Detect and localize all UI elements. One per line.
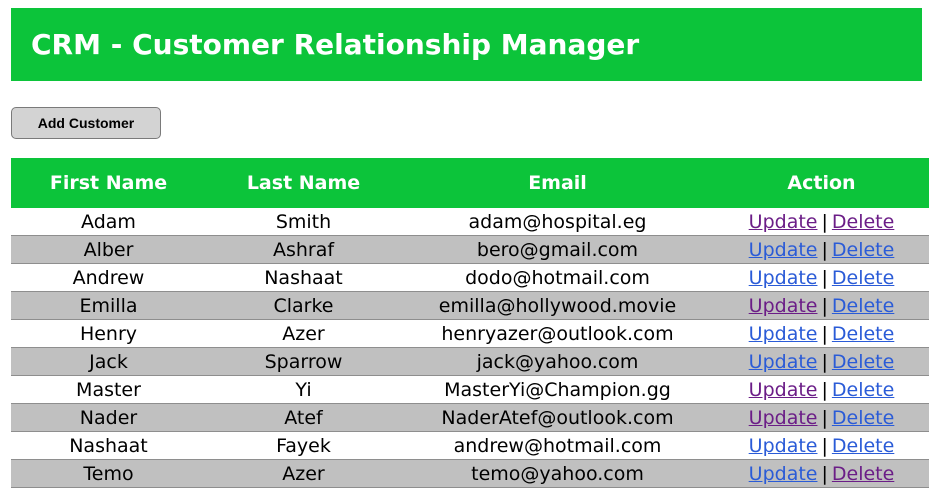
- column-header-first-name: First Name: [11, 158, 206, 208]
- email-cell: NaderAtef@outlook.com: [401, 403, 714, 432]
- table-row: Andrew Nashaat dodo@hotmail.com Update | Dele…: [11, 263, 929, 292]
- column-header-email: Email: [401, 158, 714, 208]
- first-name-cell: Nader: [11, 403, 206, 432]
- update-link[interactable]: Update: [749, 407, 818, 429]
- action-cell: Update | Delete: [714, 347, 929, 376]
- first-name-cell: Jack: [11, 347, 206, 376]
- last-name-cell: Sparrow: [206, 347, 401, 376]
- app-header: CRM - Customer Relationship Manager: [11, 8, 922, 81]
- action-cell: Update | Delete: [714, 291, 929, 320]
- update-link[interactable]: Update: [749, 435, 818, 457]
- email-cell: dodo@hotmail.com: [401, 263, 714, 292]
- first-name-cell: Andrew: [11, 263, 206, 292]
- first-name-cell: Henry: [11, 319, 206, 348]
- customer-table-body: Adam Smith adam@hospital.eg Update | Delete Al…: [11, 208, 929, 488]
- delete-link[interactable]: Delete: [832, 239, 894, 261]
- last-name-cell: Nashaat: [206, 263, 401, 292]
- last-name-cell: Smith: [206, 208, 401, 236]
- last-name-cell: Yi: [206, 375, 401, 404]
- table-row: Master Yi MasterYi@Champion.gg Update | Delet…: [11, 375, 929, 404]
- action-cell: Update | Delete: [714, 263, 929, 292]
- email-cell: andrew@hotmail.com: [401, 431, 714, 460]
- delete-link[interactable]: Delete: [832, 463, 894, 485]
- action-separator: |: [821, 434, 828, 457]
- table-row: Alber Ashraf bero@gmail.com Update | Delete: [11, 235, 929, 264]
- first-name-cell: Adam: [11, 208, 206, 236]
- update-link[interactable]: Update: [749, 239, 818, 261]
- column-header-action: Action: [714, 158, 929, 208]
- column-header-last-name: Last Name: [206, 158, 401, 208]
- email-cell: jack@yahoo.com: [401, 347, 714, 376]
- action-cell: Update | Delete: [714, 459, 929, 488]
- last-name-cell: Atef: [206, 403, 401, 432]
- last-name-cell: Clarke: [206, 291, 401, 320]
- update-link[interactable]: Update: [749, 351, 818, 373]
- delete-link[interactable]: Delete: [832, 351, 894, 373]
- delete-link[interactable]: Delete: [832, 211, 894, 233]
- action-cell: Update | Delete: [714, 208, 929, 236]
- table-row: Henry Azer henryazer@outlook.com Update | Del…: [11, 319, 929, 348]
- update-link[interactable]: Update: [749, 323, 818, 345]
- last-name-cell: Azer: [206, 459, 401, 488]
- update-link[interactable]: Update: [749, 379, 818, 401]
- add-customer-button[interactable]: Add Customer: [11, 107, 161, 139]
- delete-link[interactable]: Delete: [832, 379, 894, 401]
- first-name-cell: Master: [11, 375, 206, 404]
- table-header-row: First Name Last Name Email Action: [11, 158, 929, 208]
- table-row: Nashaat Fayek andrew@hotmail.com Update | Del…: [11, 431, 929, 460]
- action-cell: Update | Delete: [714, 319, 929, 348]
- delete-link[interactable]: Delete: [832, 407, 894, 429]
- first-name-cell: Emilla: [11, 291, 206, 320]
- email-cell: adam@hospital.eg: [401, 208, 714, 236]
- email-cell: emilla@hollywood.movie: [401, 291, 714, 320]
- email-cell: henryazer@outlook.com: [401, 319, 714, 348]
- action-cell: Update | Delete: [714, 403, 929, 432]
- table-row: Temo Azer temo@yahoo.com Update | Delete: [11, 459, 929, 488]
- last-name-cell: Ashraf: [206, 235, 401, 264]
- delete-link[interactable]: Delete: [832, 295, 894, 317]
- action-separator: |: [821, 406, 828, 429]
- page-title: CRM - Customer Relationship Manager: [31, 28, 640, 61]
- table-row: Nader Atef NaderAtef@outlook.com Update | Del…: [11, 403, 929, 432]
- first-name-cell: Temo: [11, 459, 206, 488]
- action-separator: |: [821, 294, 828, 317]
- delete-link[interactable]: Delete: [832, 435, 894, 457]
- action-cell: Update | Delete: [714, 375, 929, 404]
- action-cell: Update | Delete: [714, 431, 929, 460]
- delete-link[interactable]: Delete: [832, 323, 894, 345]
- action-separator: |: [821, 238, 828, 261]
- action-cell: Update | Delete: [714, 235, 929, 264]
- table-row: Emilla Clarke emilla@hollywood.movie Update…: [11, 291, 929, 320]
- action-separator: |: [821, 210, 828, 233]
- customer-table: First Name Last Name Email Action Adam Sm…: [11, 158, 929, 488]
- update-link[interactable]: Update: [749, 463, 818, 485]
- first-name-cell: Nashaat: [11, 431, 206, 460]
- update-link[interactable]: Update: [749, 211, 818, 233]
- email-cell: bero@gmail.com: [401, 235, 714, 264]
- action-separator: |: [821, 266, 828, 289]
- action-separator: |: [821, 462, 828, 485]
- last-name-cell: Azer: [206, 319, 401, 348]
- table-row: Adam Smith adam@hospital.eg Update | Delete: [11, 208, 929, 236]
- delete-link[interactable]: Delete: [832, 267, 894, 289]
- action-separator: |: [821, 378, 828, 401]
- email-cell: MasterYi@Champion.gg: [401, 375, 714, 404]
- table-row: Jack Sparrow jack@yahoo.com Update | Delete: [11, 347, 929, 376]
- action-separator: |: [821, 322, 828, 345]
- last-name-cell: Fayek: [206, 431, 401, 460]
- first-name-cell: Alber: [11, 235, 206, 264]
- email-cell: temo@yahoo.com: [401, 459, 714, 488]
- action-separator: |: [821, 350, 828, 373]
- update-link[interactable]: Update: [749, 295, 818, 317]
- update-link[interactable]: Update: [749, 267, 818, 289]
